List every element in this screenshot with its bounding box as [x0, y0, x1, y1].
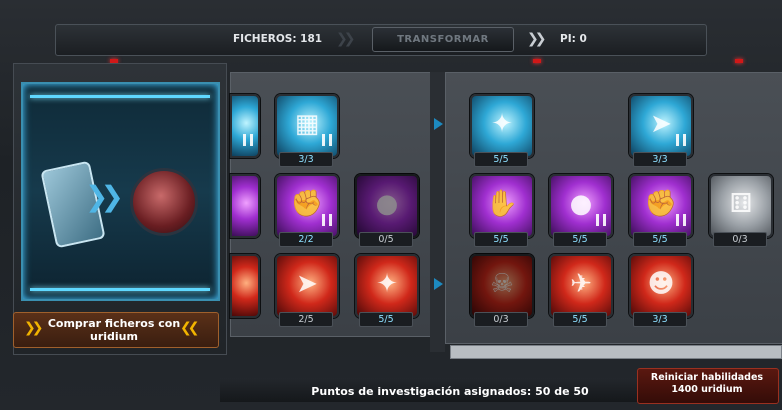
- skill-level: 5/5: [633, 232, 687, 247]
- chevron-right-icon: ❯❯: [85, 180, 124, 213]
- skill-slot[interactable]: ✦: [355, 254, 419, 318]
- soldier-face-icon: ☻: [647, 269, 675, 299]
- status-led: [533, 59, 541, 63]
- skill-slot[interactable]: ●: [549, 174, 613, 238]
- blaster-icon: ✦: [376, 269, 398, 299]
- skill-slot[interactable]: ⚅: [709, 174, 773, 238]
- laser-weapon-icon: ✦: [491, 109, 513, 139]
- pause-icon: [596, 214, 606, 226]
- horizontal-scrollbar[interactable]: [450, 345, 782, 359]
- skill-slot[interactable]: ●: [355, 174, 419, 238]
- rocket-launcher-icon: ➤: [296, 269, 318, 299]
- chevron-right-icon: ❯❯: [336, 31, 356, 47]
- skill-slot[interactable]: ✊: [275, 174, 339, 238]
- skill-slot[interactable]: ▦: [275, 94, 339, 158]
- skill-level: 5/5: [553, 312, 607, 327]
- tree-divider: [430, 72, 445, 352]
- skill-slot[interactable]: ☠: [470, 254, 534, 318]
- skill-level: 5/5: [474, 152, 528, 167]
- skill-level: 3/3: [279, 152, 333, 167]
- skill-level: 0/3: [474, 312, 528, 327]
- transform-button[interactable]: TRANSFORMAR: [372, 27, 514, 52]
- chevron-right-icon: ❯❯: [527, 31, 547, 47]
- spaceship-icon: ➤: [650, 109, 672, 139]
- pause-icon: [322, 134, 332, 146]
- skill-level: 3/3: [633, 152, 687, 167]
- skill-slot[interactable]: ✦: [470, 94, 534, 158]
- reset-skills-cost: 1400 uridium: [671, 384, 743, 395]
- skill-slot[interactable]: ☻: [629, 254, 693, 318]
- dice-icon: ⚅: [729, 189, 753, 219]
- reset-skills-label[interactable]: Reiniciar habilidades 1400 uridium: [637, 372, 777, 396]
- skill-slot[interactable]: [230, 254, 260, 318]
- skill-slot[interactable]: ✈: [549, 254, 613, 318]
- fighter-jet-icon: ✈: [570, 269, 592, 299]
- status-led: [735, 59, 743, 63]
- skill-slot[interactable]: ✊: [629, 174, 693, 238]
- missile-icon: ●: [569, 189, 593, 219]
- skill-level: 5/5: [359, 312, 413, 327]
- skill-slot[interactable]: [230, 94, 260, 158]
- skill-level: 5/5: [474, 232, 528, 247]
- buy-files-label[interactable]: Comprar ficheros con uridium: [40, 317, 188, 343]
- skill-level: 0/5: [359, 232, 413, 247]
- pause-icon: [676, 134, 686, 146]
- reset-skills-title: Reiniciar habilidades: [650, 372, 764, 383]
- ficheros-count: FICHEROS: 181: [233, 33, 323, 45]
- skill-level: 5/5: [553, 232, 607, 247]
- hand-icon: ✋: [485, 189, 519, 219]
- skill-slot[interactable]: ✋: [470, 174, 534, 238]
- skull-icon: ☠: [490, 269, 514, 299]
- skill-level: 0/3: [713, 232, 767, 247]
- skill-slot[interactable]: ➤: [275, 254, 339, 318]
- missile-icon: ●: [375, 189, 399, 219]
- skill-slot[interactable]: [230, 174, 260, 238]
- skill-level: 3/3: [633, 312, 687, 327]
- chevron-right-icon: ❯❯: [24, 320, 44, 336]
- assigned-points-text: Puntos de investigación asignados: 50 de…: [311, 385, 589, 398]
- skill-level: 2/5: [279, 312, 333, 327]
- pause-icon: [676, 214, 686, 226]
- skill-level: 2/2: [279, 232, 333, 247]
- energy-line: [30, 288, 210, 291]
- fist-icon: ✊: [644, 189, 678, 219]
- alien-head-icon: [130, 168, 198, 236]
- money-stack-icon: ▦: [294, 109, 320, 139]
- skill-slot[interactable]: ➤: [629, 94, 693, 158]
- pause-icon: [322, 214, 332, 226]
- pi-count: PI: 0: [560, 33, 587, 45]
- fist-icon: ✊: [290, 189, 324, 219]
- energy-line: [30, 95, 210, 98]
- pause-icon: [243, 134, 253, 146]
